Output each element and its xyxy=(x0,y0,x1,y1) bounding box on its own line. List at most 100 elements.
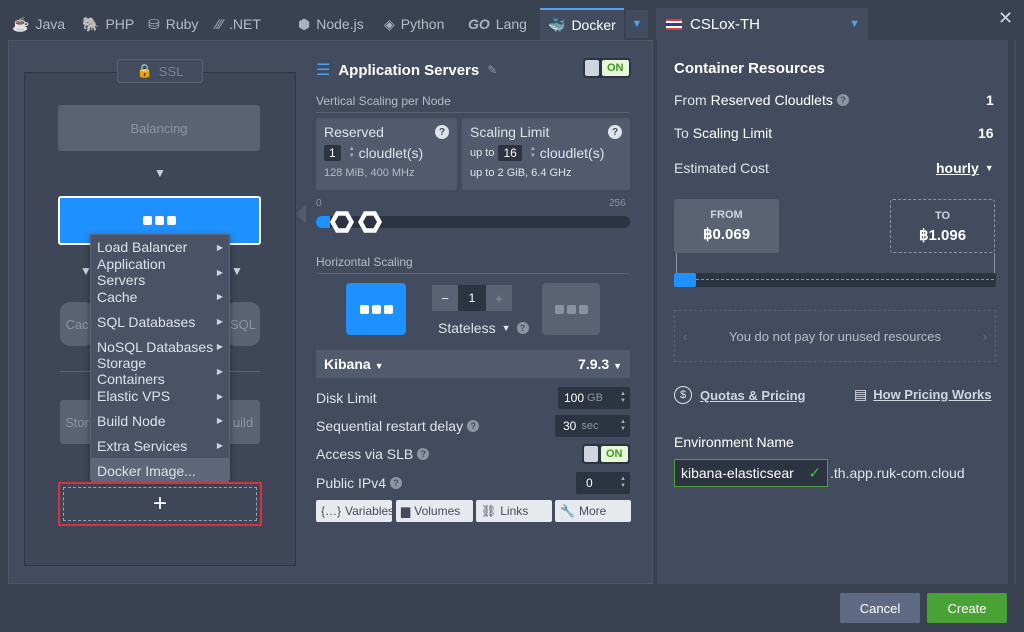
help-icon[interactable]: ? xyxy=(435,125,449,139)
menu-item-elastic-vps[interactable]: Elastic VPS ▶ xyxy=(91,384,229,409)
cost-from-box: FROM ฿0.069 xyxy=(674,199,779,253)
scaling-limit-label: To Scaling Limit xyxy=(674,125,773,141)
volumes-button[interactable]: ▆ Volumes xyxy=(396,500,473,522)
add-node-button[interactable]: + xyxy=(58,482,262,526)
sql-node[interactable]: SQL xyxy=(226,302,260,346)
menu-item-application-servers[interactable]: Application Servers ▶ xyxy=(91,256,229,288)
scrollbar[interactable] xyxy=(1008,40,1014,584)
help-icon[interactable]: ? xyxy=(417,448,430,460)
page-title: Application Servers xyxy=(338,61,480,79)
chevron-right-icon[interactable]: › xyxy=(983,329,987,344)
chevron-down-icon: ▼ xyxy=(849,18,860,30)
menu-item-build-node[interactable]: Build Node ▶ xyxy=(91,409,229,434)
resources-title: Container Resources xyxy=(674,60,825,77)
stateless-dropdown[interactable]: Stateless ▼? xyxy=(438,320,529,336)
slb-toggle[interactable]: ON xyxy=(582,444,630,464)
region-selector[interactable]: CSLox-TH ▼ xyxy=(656,8,868,40)
help-icon[interactable]: ? xyxy=(836,94,849,106)
tab-ruby[interactable]: ⛁ Ruby xyxy=(148,8,198,40)
tab-java[interactable]: ☕ Java xyxy=(12,8,65,40)
server-node-icon xyxy=(359,304,393,314)
arrow-down-icon: ▼ xyxy=(154,166,166,180)
divider xyxy=(316,112,630,113)
lock-icon: 🔒 xyxy=(136,63,153,78)
wrench-icon: 🔧 xyxy=(560,504,575,518)
cancel-button[interactable]: Cancel xyxy=(840,593,920,623)
image-dropdown[interactable]: Kibana ▼ xyxy=(324,356,384,372)
pointer-arrow xyxy=(296,204,306,224)
chevron-left-icon[interactable]: ‹ xyxy=(683,329,687,344)
storage-node[interactable]: Stor xyxy=(60,400,94,444)
dollar-icon: $ xyxy=(674,386,692,404)
menu-item-sql-databases[interactable]: SQL Databases ▶ xyxy=(91,309,229,334)
help-icon[interactable]: ? xyxy=(390,477,403,489)
reserved-cloudlets-value: 1 xyxy=(986,92,994,108)
version-dropdown[interactable]: 7.9.3 ▼ xyxy=(578,356,622,372)
tab-python[interactable]: ◈ Python xyxy=(384,8,444,40)
nodes-count-input[interactable]: 1 xyxy=(458,285,486,311)
restart-delay-label: Sequential restart delay? xyxy=(316,418,480,434)
nodejs-icon: ⬢ xyxy=(298,15,311,32)
reserved-cloudlets-input[interactable]: 1 xyxy=(324,145,341,161)
caret-right-icon: ▶ xyxy=(216,342,223,352)
image-version-selector: Kibana ▼ 7.9.3 ▼ xyxy=(316,350,630,378)
menu-item-storage-containers[interactable]: Storage Containers ▶ xyxy=(91,355,229,387)
close-icon[interactable]: ✕ xyxy=(998,8,1013,29)
horizontal-scaling-label: Horizontal Scaling xyxy=(316,255,413,269)
disk-limit-input[interactable]: 100 GB ▲ ▼ xyxy=(558,387,630,409)
ruby-icon: ⛁ xyxy=(148,15,160,32)
reserved-card: Reserved? 1 ▲ ▼ cloudlet(s) 128 MiB, 400 … xyxy=(316,118,457,190)
tab-php[interactable]: 🐘 PHP xyxy=(82,8,134,40)
more-button[interactable]: 🔧 More xyxy=(555,500,631,522)
plus-button[interactable]: + xyxy=(486,285,512,311)
scaling-limit-input[interactable]: 16 xyxy=(498,145,522,161)
help-icon[interactable]: ? xyxy=(516,322,529,334)
stepper-icon[interactable]: ▲ ▼ xyxy=(530,146,536,160)
links-button[interactable]: ⛓ Links xyxy=(476,500,552,522)
tab-dotnet[interactable]: ∕∕∕ .NET xyxy=(216,8,261,40)
stepper-icon[interactable]: ▲ ▼ xyxy=(620,476,626,490)
caret-down-icon: ▼ xyxy=(613,361,622,371)
edit-icon[interactable]: ✎ xyxy=(487,63,497,77)
tab-docker[interactable]: 🐳 Docker xyxy=(540,8,624,40)
stepper-icon[interactable]: ▲ ▼ xyxy=(620,419,626,433)
variables-button[interactable]: {…} Variables xyxy=(316,500,394,522)
ssl-toggle[interactable]: 🔒 SSL xyxy=(117,59,203,83)
pricing-link[interactable]: ▤ How Pricing Works xyxy=(854,386,991,403)
help-icon[interactable]: ? xyxy=(608,125,622,139)
tab-nodejs[interactable]: ⬢ Node.js xyxy=(298,8,364,40)
app-servers-toggle[interactable]: ON xyxy=(583,58,631,78)
balancing-node[interactable]: Balancing xyxy=(58,105,260,151)
menu-item-docker-image[interactable]: Docker Image... xyxy=(91,458,229,483)
menu-item-extra-services[interactable]: Extra Services ▶ xyxy=(91,433,229,458)
tabs-dropdown-button[interactable]: ▼ xyxy=(626,10,648,38)
build-node[interactable]: uild xyxy=(226,400,260,444)
cost-period-dropdown[interactable]: hourly ▼ xyxy=(936,160,994,176)
thailand-flag-icon xyxy=(666,18,682,30)
stepper-icon[interactable]: ▲ ▼ xyxy=(620,391,626,405)
cost-range-bar xyxy=(674,273,996,287)
caret-right-icon: ▶ xyxy=(216,416,223,426)
restart-delay-input[interactable]: 30 sec ▲ ▼ xyxy=(555,415,630,437)
caret-right-icon: ▶ xyxy=(216,441,223,451)
caret-right-icon: ▶ xyxy=(216,267,223,277)
quotas-link[interactable]: $ Quotas & Pricing xyxy=(674,386,805,404)
document-icon: ▤ xyxy=(854,386,868,402)
ipv4-label: Public IPv4? xyxy=(316,475,403,491)
stepper-icon[interactable]: ▲ ▼ xyxy=(349,146,355,160)
tab-bar: ☕ Java 🐘 PHP ⛁ Ruby ∕∕∕ .NET ⬢ Node.js ◈ Pytho… xyxy=(0,0,1024,40)
create-button[interactable]: Create xyxy=(927,593,1007,623)
app-server-node-tile[interactable] xyxy=(346,283,406,335)
cache-node[interactable]: Cac xyxy=(60,302,94,346)
menu-item-cache[interactable]: Cache ▶ xyxy=(91,285,229,310)
environment-name-input[interactable]: kibana-elasticsear ✓ xyxy=(674,459,828,487)
caret-down-icon: ▼ xyxy=(984,163,994,173)
add-node-menu: Load Balancer ▶ Application Servers ▶ Cach… xyxy=(90,234,230,483)
minus-button[interactable]: − xyxy=(432,285,458,311)
docker-icon: 🐳 xyxy=(548,16,566,33)
tab-go[interactable]: GO Lang xyxy=(468,8,527,40)
ipv4-input[interactable]: 0 ▲ ▼ xyxy=(576,472,630,494)
help-icon[interactable]: ? xyxy=(467,420,480,432)
server-node-icon xyxy=(554,304,588,314)
java-icon: ☕ xyxy=(12,15,30,32)
